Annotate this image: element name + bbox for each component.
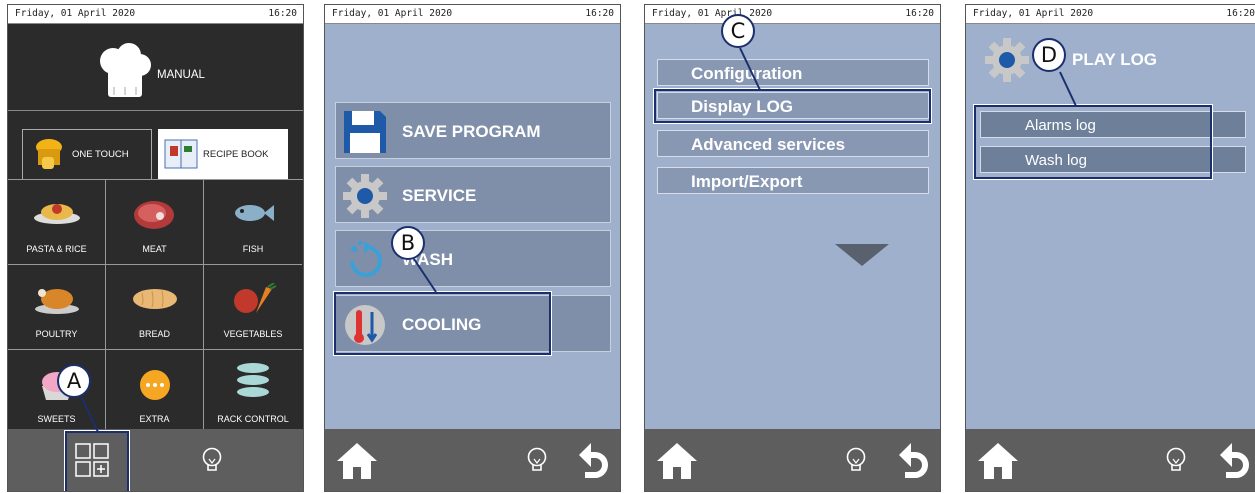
callout-letter: A (66, 369, 82, 393)
callout-letter: B (400, 231, 416, 255)
callout-letter: C (730, 19, 746, 43)
callout-leader-lines (81, 47, 1077, 433)
callout-c: C (721, 14, 755, 48)
callout-b: B (391, 226, 425, 260)
callout-letter: D (1040, 43, 1058, 67)
callout-a: A (57, 364, 91, 398)
callout-d: D (1032, 38, 1066, 72)
